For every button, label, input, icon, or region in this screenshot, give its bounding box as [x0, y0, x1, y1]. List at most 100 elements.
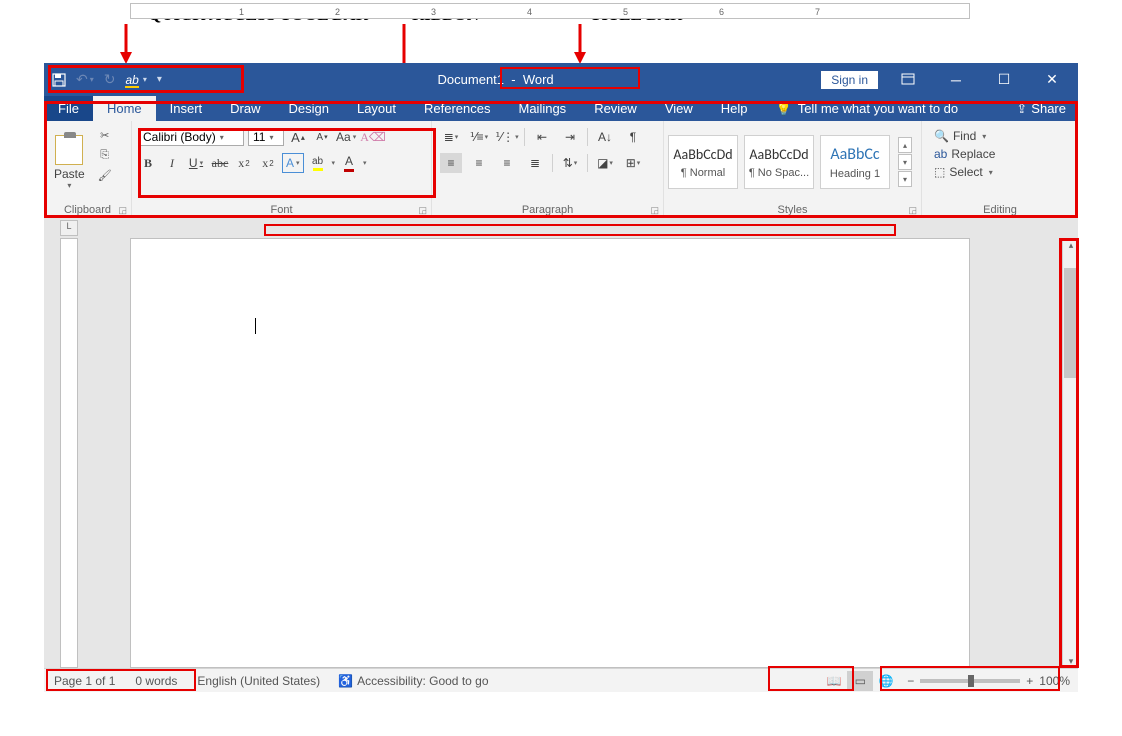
- vertical-ruler[interactable]: [60, 238, 78, 668]
- group-label-font: Font◲: [132, 203, 431, 217]
- decrease-indent-button[interactable]: ⇤: [531, 127, 553, 147]
- tab-review[interactable]: Review: [580, 96, 651, 121]
- undo-icon[interactable]: ↶▾: [76, 71, 94, 88]
- save-icon[interactable]: [52, 73, 66, 87]
- align-left-button[interactable]: ≡: [440, 153, 462, 173]
- print-layout-button[interactable]: ▭: [847, 671, 873, 691]
- scroll-up-icon[interactable]: ▴: [1064, 238, 1078, 252]
- redo-icon[interactable]: ↻: [104, 71, 116, 88]
- read-mode-button[interactable]: 📖: [821, 671, 847, 691]
- find-button[interactable]: 🔍Find▾: [934, 129, 995, 143]
- numbering-button[interactable]: ⅟≡▾: [468, 127, 490, 147]
- text-effects-button[interactable]: A▾: [282, 153, 304, 173]
- copy-icon[interactable]: ⎘: [95, 147, 115, 163]
- styles-scroll[interactable]: ▴▾▾: [898, 137, 912, 187]
- accessibility-icon: ♿: [338, 674, 353, 688]
- highlight-button[interactable]: ab: [308, 153, 328, 173]
- group-label-editing: Editing: [922, 203, 1078, 217]
- shading-button[interactable]: ◪▾: [594, 153, 616, 173]
- signin-button[interactable]: Sign in: [821, 71, 878, 89]
- dialog-launcher-icon[interactable]: ◲: [418, 205, 427, 216]
- shrink-font-button[interactable]: A▾: [312, 127, 332, 147]
- font-size-combo[interactable]: 11▾: [248, 128, 284, 146]
- zoom-in-button[interactable]: +: [1026, 674, 1033, 688]
- accessibility-status[interactable]: ♿ Accessibility: Good to go: [330, 674, 496, 688]
- paste-button[interactable]: Paste ▾: [48, 125, 91, 199]
- underline-button[interactable]: U▾: [186, 153, 206, 173]
- subscript-button[interactable]: x2: [234, 153, 254, 173]
- italic-button[interactable]: I: [162, 153, 182, 173]
- maximize-icon[interactable]: ☐: [986, 71, 1022, 88]
- show-marks-button[interactable]: ¶: [622, 127, 644, 147]
- superscript-button[interactable]: x2: [258, 153, 278, 173]
- app-name: Word: [523, 72, 554, 87]
- horizontal-ruler[interactable]: 123 456 7: [130, 3, 970, 19]
- share-button[interactable]: ⇪ Share: [1004, 96, 1078, 121]
- tab-view[interactable]: View: [651, 96, 707, 121]
- zoom-percentage[interactable]: 100%: [1039, 674, 1070, 688]
- tab-mailings[interactable]: Mailings: [505, 96, 581, 121]
- group-label-styles: Styles◲: [664, 203, 921, 217]
- format-painter-icon[interactable]: 🖌: [95, 167, 115, 183]
- select-button[interactable]: ⬚Select▾: [934, 165, 995, 179]
- font-name-combo[interactable]: Calibri (Body)▾: [138, 128, 244, 146]
- tab-home[interactable]: Home: [93, 96, 156, 121]
- word-count[interactable]: 0 words: [125, 674, 187, 688]
- tab-insert[interactable]: Insert: [156, 96, 217, 121]
- spellcheck-icon[interactable]: ab ▾: [125, 73, 146, 87]
- close-icon[interactable]: ✕: [1034, 71, 1070, 88]
- tab-layout[interactable]: Layout: [343, 96, 410, 121]
- tab-file[interactable]: File: [44, 96, 93, 121]
- increase-indent-button[interactable]: ⇥: [559, 127, 581, 147]
- replace-button[interactable]: abReplace: [934, 147, 995, 161]
- arrow-titlebar: [570, 24, 590, 64]
- tab-design[interactable]: Design: [275, 96, 343, 121]
- web-layout-button[interactable]: 🌐: [873, 671, 899, 691]
- multilevel-button[interactable]: ⅟⋮▾: [496, 127, 518, 147]
- align-right-button[interactable]: ≡: [496, 153, 518, 173]
- change-case-button[interactable]: Aa▾: [336, 127, 356, 147]
- ribbon-display-icon[interactable]: [890, 72, 926, 88]
- clear-formatting-button[interactable]: A⌫: [360, 127, 386, 147]
- document-page[interactable]: [130, 238, 970, 668]
- zoom-out-button[interactable]: −: [907, 674, 914, 688]
- scroll-down-icon[interactable]: ▾: [1064, 654, 1078, 668]
- minimize-icon[interactable]: ─: [938, 72, 974, 88]
- bullets-button[interactable]: ≣▾: [440, 127, 462, 147]
- ribbon-tabs: File Home Insert Draw Design Layout Refe…: [44, 96, 1078, 121]
- dialog-launcher-icon[interactable]: ◲: [118, 205, 127, 216]
- sort-button[interactable]: A↓: [594, 127, 616, 147]
- style-nospacing[interactable]: AaBbCcDd¶ No Spac...: [744, 135, 814, 189]
- dialog-launcher-icon[interactable]: ◲: [650, 205, 659, 216]
- dialog-launcher-icon[interactable]: ◲: [908, 205, 917, 216]
- borders-button[interactable]: ⊞▾: [622, 153, 644, 173]
- ruler-area: [44, 218, 1078, 238]
- zoom-slider[interactable]: [920, 679, 1020, 683]
- scroll-thumb[interactable]: [1064, 268, 1078, 378]
- tell-me-box[interactable]: 💡 Tell me what you want to do: [762, 96, 1005, 121]
- style-normal[interactable]: AaBbCcDd¶ Normal: [668, 135, 738, 189]
- qat-customize-icon[interactable]: ▾: [157, 74, 162, 85]
- svg-text:7: 7: [815, 7, 820, 17]
- svg-text:4: 4: [527, 7, 532, 17]
- tab-help[interactable]: Help: [707, 96, 762, 121]
- arrow-qat: [116, 24, 136, 64]
- strike-button[interactable]: abc: [210, 153, 230, 173]
- language-status[interactable]: English (United States): [187, 674, 330, 688]
- justify-button[interactable]: ≣: [524, 153, 546, 173]
- group-clipboard: Paste ▾ ✂ ⎘ 🖌 Clipboard◲: [44, 121, 132, 217]
- ruler-corner[interactable]: L: [60, 220, 78, 236]
- style-heading1[interactable]: AaBbCcHeading 1: [820, 135, 890, 189]
- tab-draw[interactable]: Draw: [216, 96, 274, 121]
- page-count[interactable]: Page 1 of 1: [44, 674, 125, 688]
- quick-access-toolbar: ↶▾ ↻ ab ▾ ▾: [44, 63, 170, 96]
- font-color-button[interactable]: A: [339, 153, 359, 173]
- align-center-button[interactable]: ≡: [468, 153, 490, 173]
- cut-icon[interactable]: ✂: [95, 127, 115, 143]
- tab-references[interactable]: References: [410, 96, 504, 121]
- vertical-scrollbar[interactable]: ▴ ▾: [1062, 238, 1078, 668]
- line-spacing-button[interactable]: ⇅▾: [559, 153, 581, 173]
- grow-font-button[interactable]: A▴: [288, 127, 308, 147]
- bold-button[interactable]: B: [138, 153, 158, 173]
- group-label-clipboard: Clipboard◲: [44, 203, 131, 217]
